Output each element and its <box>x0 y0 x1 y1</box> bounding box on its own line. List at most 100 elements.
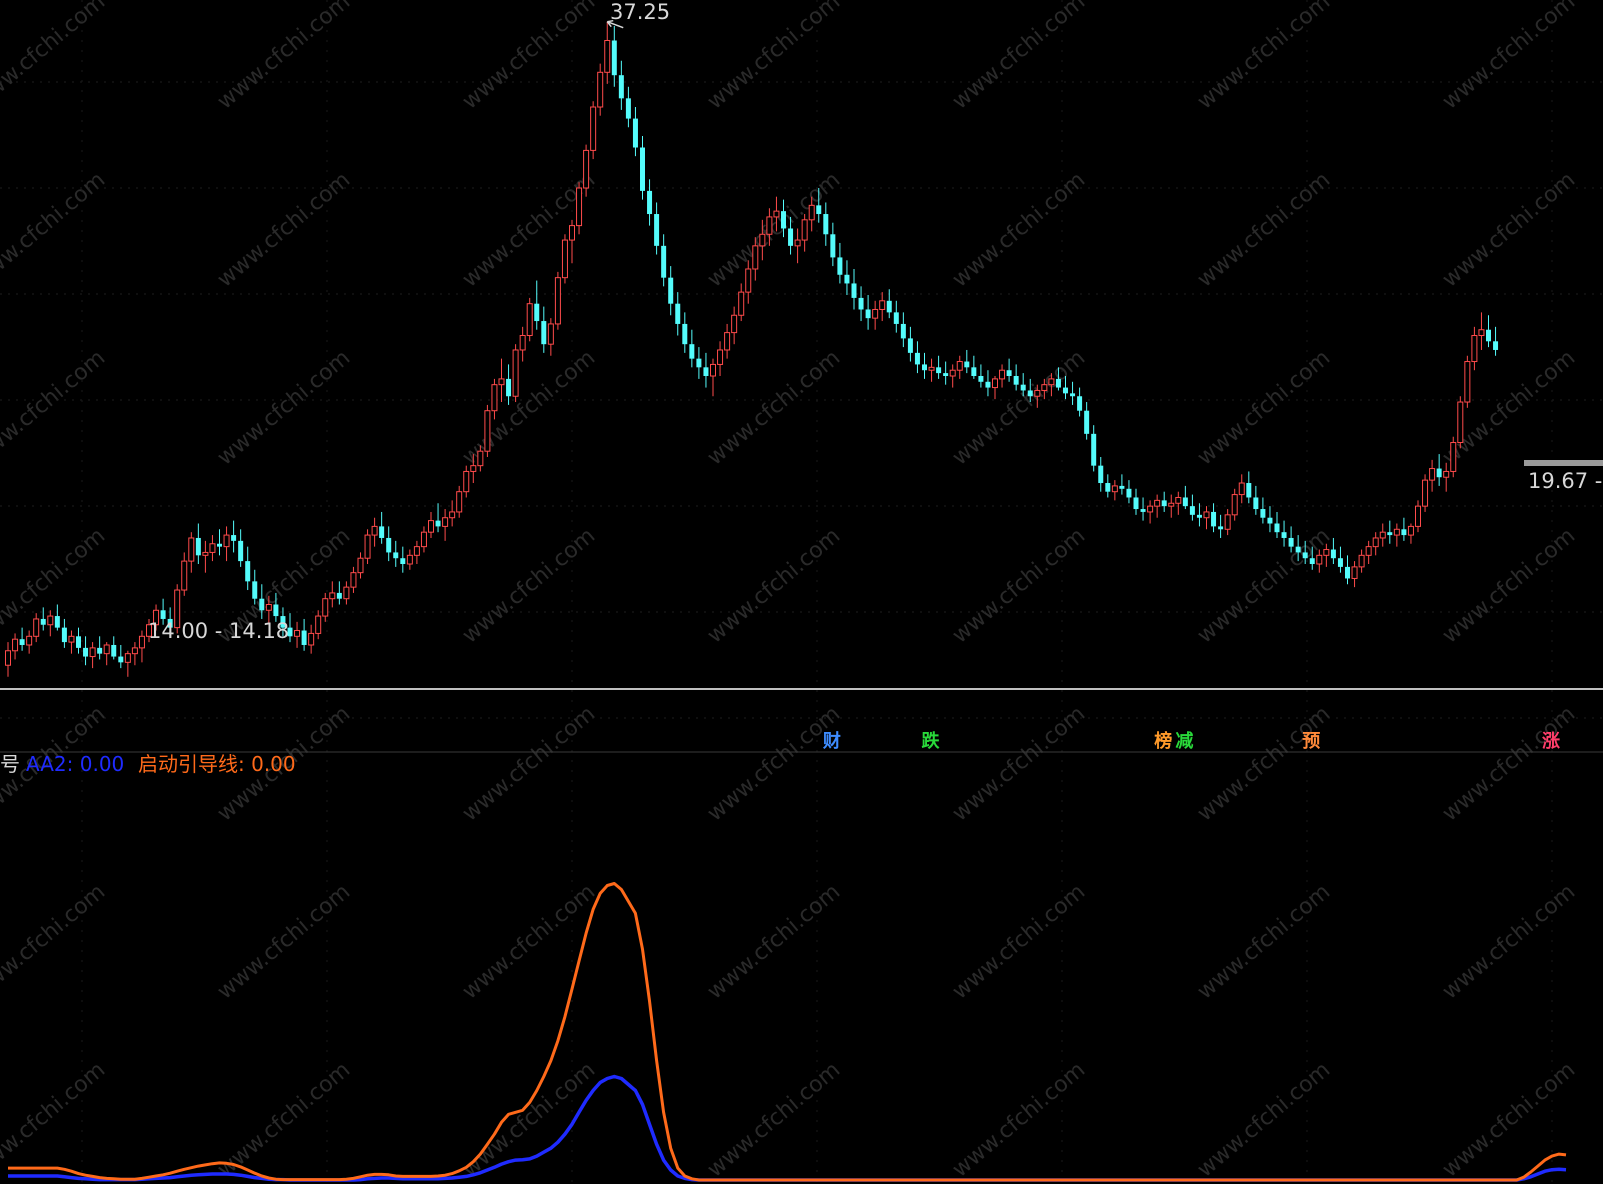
candle-body <box>138 635 145 649</box>
candle-body <box>1478 329 1485 337</box>
candle-body <box>76 636 81 648</box>
candle-body <box>992 378 998 389</box>
candle-body <box>413 546 420 556</box>
candle-body <box>1105 483 1111 492</box>
candle-body <box>1316 554 1323 565</box>
right-range-label: 19.67 - <box>1528 469 1602 493</box>
candle-body <box>188 537 195 562</box>
candle-body <box>1084 410 1090 434</box>
candle-body <box>1111 485 1118 493</box>
candle-body <box>5 650 11 666</box>
candle-body <box>512 349 519 397</box>
candle-body <box>1147 505 1154 513</box>
candle-body <box>844 274 850 284</box>
candle-body <box>710 363 716 377</box>
candle-body <box>89 647 96 658</box>
candle-body <box>837 257 843 275</box>
candle-body <box>1443 470 1450 478</box>
candle-body <box>689 344 695 359</box>
candle-body <box>265 603 272 611</box>
candle-body <box>759 233 766 247</box>
candle-body <box>1302 552 1308 559</box>
candle-body <box>1041 384 1048 391</box>
candle-body <box>794 239 801 247</box>
candle-body <box>618 75 624 99</box>
candle-body <box>12 638 19 652</box>
candle-body <box>654 214 660 246</box>
candle-body <box>245 561 251 582</box>
candle-body <box>1351 566 1358 579</box>
candle-body <box>1429 468 1436 481</box>
candle-body <box>231 535 237 541</box>
event-marker-2: 榜 <box>1154 730 1172 752</box>
candle-body <box>1048 378 1055 386</box>
candle-body <box>322 598 329 617</box>
candle-body <box>1288 537 1294 547</box>
chart-background <box>0 0 1603 1184</box>
candle-body <box>350 572 357 588</box>
candle-body <box>238 540 244 562</box>
candle-body <box>477 450 484 467</box>
candle-body <box>949 369 956 377</box>
candle-body <box>308 632 315 646</box>
candle-body <box>400 558 406 564</box>
indicator-legend: 号 AA2: 0.00 启动引导线: 0.00 <box>0 752 296 776</box>
candle-body <box>1196 514 1202 518</box>
candle-body <box>1274 523 1280 533</box>
candle-body <box>851 283 857 298</box>
candle-body <box>1126 488 1132 498</box>
event-marker-3: 减 <box>1175 730 1193 752</box>
candle-body <box>118 656 124 663</box>
candle-body <box>449 511 456 519</box>
candle-body <box>406 554 413 565</box>
candle-body <box>893 312 899 324</box>
candle-body <box>1246 483 1252 498</box>
candle-body <box>1182 497 1188 507</box>
candle-body <box>386 537 392 553</box>
candle-body <box>1020 384 1026 391</box>
candle-body <box>554 277 561 325</box>
candle-body <box>357 557 364 574</box>
candle-body <box>393 552 399 559</box>
right-range-bar <box>1524 460 1603 466</box>
candle-body <box>442 517 449 527</box>
candle-body <box>1393 528 1400 536</box>
candle-body <box>1407 525 1414 536</box>
candle-body <box>83 647 89 657</box>
candle-body <box>315 615 322 634</box>
candle-body <box>1295 546 1301 553</box>
candle-body <box>597 71 604 108</box>
candle-body <box>724 332 731 351</box>
candle-body <box>1203 511 1210 519</box>
candle-body <box>491 384 498 412</box>
candle-body <box>1154 499 1161 507</box>
candle-body <box>675 303 681 324</box>
candle-body <box>1486 329 1491 342</box>
candle-body <box>647 190 653 215</box>
candle-body <box>301 630 307 645</box>
candle-body <box>26 635 33 646</box>
legend-aa2: AA2: 0.00 <box>26 752 124 776</box>
candle-body <box>1140 509 1146 512</box>
candle-body <box>1055 378 1061 388</box>
legend-guide-line: 启动引导线: 0.00 <box>138 752 296 776</box>
candle-body <box>1379 531 1386 539</box>
candle-body <box>1464 361 1471 403</box>
legend-prefix: 号 <box>0 752 20 776</box>
candle-body <box>364 534 371 559</box>
candle-body <box>1345 566 1350 579</box>
candle-body <box>252 581 258 599</box>
candle-body <box>1224 514 1231 530</box>
candle-body <box>583 149 590 189</box>
candle-body <box>865 309 871 319</box>
candle-body <box>181 560 188 591</box>
candle-body <box>1211 511 1217 527</box>
candle-body <box>632 118 638 148</box>
candle-body <box>781 211 786 229</box>
candle-body <box>907 338 913 353</box>
candle-body <box>1077 396 1083 411</box>
candle-body <box>872 308 879 319</box>
candle-body <box>519 335 526 351</box>
candle-body <box>561 239 568 279</box>
candle-body <box>808 204 815 221</box>
